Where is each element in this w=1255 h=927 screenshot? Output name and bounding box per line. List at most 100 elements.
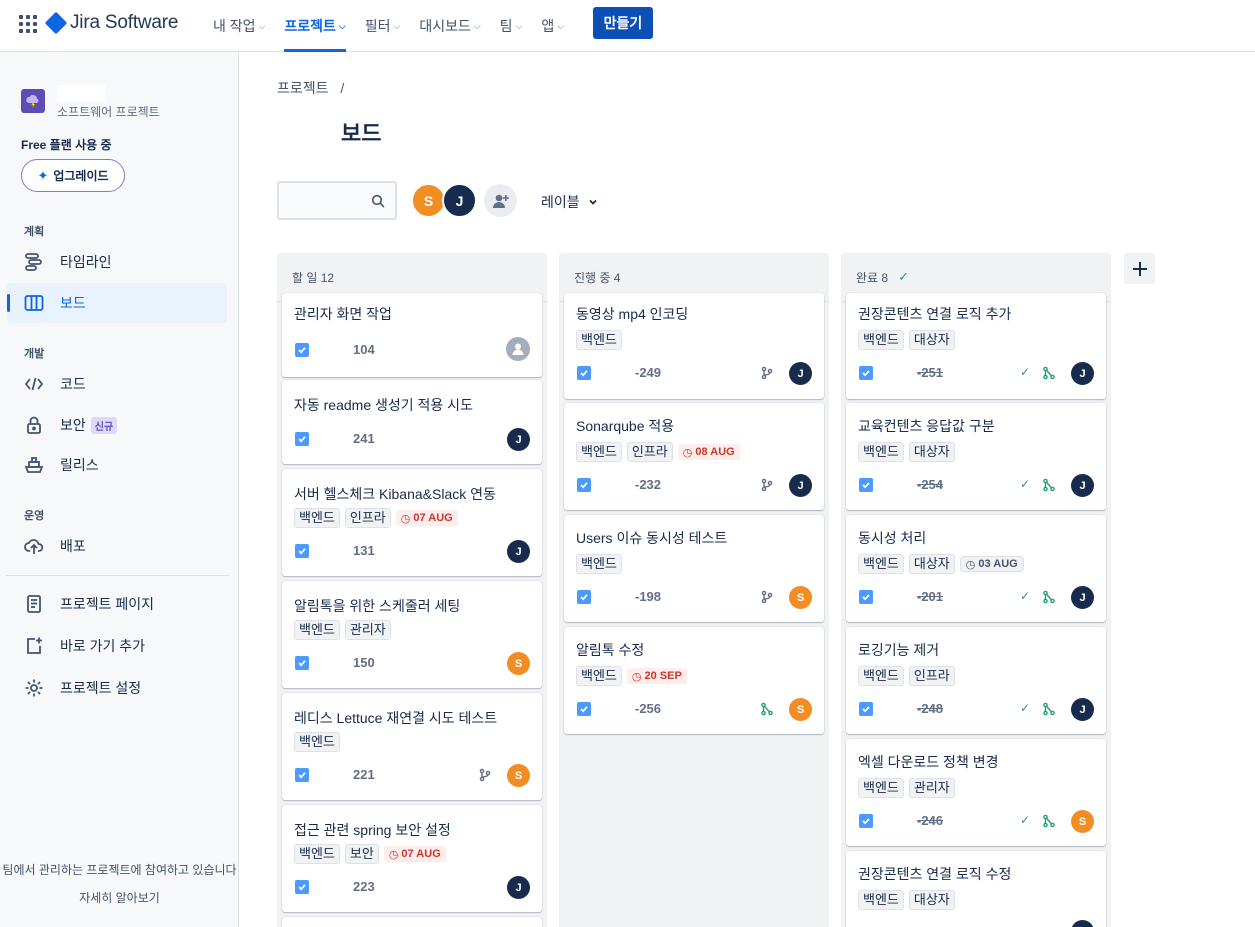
card-title: Sonarqube 적용 xyxy=(576,418,675,434)
label-tag: 백엔드 xyxy=(858,778,904,798)
branch-icon[interactable] xyxy=(478,768,492,782)
due-date-badge: ◷ 07 AUG xyxy=(383,846,446,862)
assignee-avatar[interactable]: J xyxy=(789,362,812,385)
sidebar-item-security[interactable]: 보안 신규 xyxy=(7,405,227,445)
issue-card[interactable]: 알림톡을 위한 스케줄러 세팅 백엔드 관리자 150 S xyxy=(282,581,542,688)
label-tag: 백엔드 xyxy=(576,442,622,462)
add-shortcut-icon xyxy=(23,635,45,657)
upgrade-button[interactable]: ✦ 업그레이드 xyxy=(21,159,125,192)
sidebar-item-project-pages[interactable]: 프로젝트 페이지 xyxy=(7,584,227,624)
breadcrumb-projects[interactable]: 프로젝트 xyxy=(277,80,329,96)
sidebar-item-label: 프로젝트 설정 xyxy=(60,680,142,696)
issue-card[interactable]: Sonarqube 적용 백엔드 인프라 ◷ 08 AUG -232 J xyxy=(564,403,824,510)
assignee-avatar[interactable]: S xyxy=(789,586,812,609)
sidebar-item-project-settings[interactable]: 프로젝트 설정 xyxy=(7,668,227,708)
task-type-icon xyxy=(295,432,309,446)
avatar-filter-s[interactable]: S xyxy=(411,183,446,218)
label-tag: 백엔드 xyxy=(576,330,622,350)
task-type-icon xyxy=(577,366,591,380)
issue-card[interactable]: 자동 readme 생성기 적용 시도 241 J xyxy=(282,380,542,464)
sidebar-item-board[interactable]: 보드 xyxy=(7,283,227,323)
branch-icon[interactable] xyxy=(760,366,774,380)
assignee-avatar[interactable]: J xyxy=(1071,474,1094,497)
sidebar-item-label: 바로 가기 추가 xyxy=(60,638,146,654)
merged-pr-icon[interactable] xyxy=(1042,366,1056,380)
assignee-avatar[interactable]: S xyxy=(1071,810,1094,833)
add-column-button[interactable] xyxy=(1124,253,1155,284)
task-type-icon xyxy=(577,702,591,716)
avatar-filter-j[interactable]: J xyxy=(442,183,477,218)
issue-key: -232 xyxy=(635,477,662,492)
issue-key: -246 xyxy=(917,813,944,828)
assignee-avatar[interactable]: J xyxy=(507,428,530,451)
done-check-icon: ✓ xyxy=(1019,813,1030,827)
assignee-avatar[interactable]: J xyxy=(507,540,530,563)
due-date-badge: ◷ 08 AUG xyxy=(677,444,740,460)
assignee-avatar[interactable]: S xyxy=(507,764,530,787)
issue-key: -249 xyxy=(635,365,662,380)
issue-card[interactable]: 알림톡 수정 백엔드 ◷ 20 SEP -256 S xyxy=(564,627,824,734)
nav-projects[interactable]: 프로젝트 ⌵ xyxy=(284,0,347,52)
nav-filters[interactable]: 필터 ⌵ xyxy=(365,0,401,52)
branch-icon[interactable] xyxy=(760,478,774,492)
sidebar-item-deploy[interactable]: 배포 xyxy=(7,526,227,566)
merged-pr-icon[interactable] xyxy=(1042,702,1056,716)
clock-icon: ◷ xyxy=(965,558,976,571)
chevron-down-icon: ⌵ xyxy=(557,20,565,31)
sidebar-item-release[interactable]: 릴리스 xyxy=(7,445,227,485)
assignee-avatar[interactable]: J xyxy=(1071,698,1094,721)
issue-card[interactable]: 로깅기능 제거 백엔드 인프라 -248 ✓ J xyxy=(846,627,1106,734)
project-avatar-icon[interactable] xyxy=(21,89,45,113)
breadcrumb: 프로젝트 / xyxy=(277,78,344,98)
branch-icon[interactable] xyxy=(760,590,774,604)
assignee-avatar[interactable]: J xyxy=(789,474,812,497)
merged-pr-icon[interactable] xyxy=(760,702,774,716)
assignee-avatar[interactable]: S xyxy=(507,652,530,675)
jira-logo[interactable]: Jira Software xyxy=(44,11,178,35)
task-type-icon xyxy=(859,590,873,604)
project-name[interactable] xyxy=(57,85,106,101)
issue-card[interactable]: 교육컨텐츠 응답값 구분 백엔드 대상자 -254 ✓ J xyxy=(846,403,1106,510)
issue-card[interactable]: 권장콘텐츠 연결 로직 추가 백엔드 대상자 -251 ✓ J xyxy=(846,293,1106,399)
issue-card[interactable]: 동시성 처리 백엔드 대상자 ◷ 03 AUG -201 ✓ J xyxy=(846,515,1106,622)
nav-dashboards[interactable]: 대시보드 ⌵ xyxy=(419,0,480,52)
create-button[interactable]: 만들기 xyxy=(593,7,653,39)
search-input[interactable] xyxy=(277,181,397,220)
issue-card[interactable]: 엑셀 다운로드 정책 변경 백엔드 관리자 -246 ✓ S xyxy=(846,739,1106,846)
merged-pr-icon[interactable] xyxy=(1042,590,1056,604)
merged-pr-icon[interactable] xyxy=(1042,478,1056,492)
sidebar-item-code[interactable]: 코드 xyxy=(7,364,227,404)
label-tag: 대상자 xyxy=(908,554,955,574)
issue-card[interactable]: Users 이슈 동시성 테스트 백엔드 -198 S xyxy=(564,515,824,622)
sidebar-item-add-shortcut[interactable]: 바로 가기 추가 xyxy=(7,626,227,666)
issue-card[interactable] xyxy=(282,917,542,927)
issue-card[interactable]: 서버 헬스체크 Kibana&Slack 연동 백엔드 인프라 ◷ 07 AUG … xyxy=(282,469,542,576)
issue-card[interactable]: 권장콘텐츠 연결 로직 수정 백엔드 대상자 J xyxy=(846,851,1106,927)
issue-card[interactable]: 동영상 mp4 인코딩 백엔드 -249 J xyxy=(564,293,824,399)
assignee-avatar[interactable]: S xyxy=(789,698,812,721)
label-filter-text: 레이블 xyxy=(541,194,580,210)
assignee-avatar[interactable]: J xyxy=(507,876,530,899)
label-filter-dropdown[interactable]: 레이블 xyxy=(541,192,598,212)
assignee-avatar[interactable]: J xyxy=(1071,920,1094,927)
nav-label: 필터 xyxy=(364,18,391,34)
unassigned-avatar-icon[interactable] xyxy=(506,337,530,361)
assignee-avatar[interactable]: J xyxy=(1071,362,1094,385)
nav-my-work[interactable]: 내 작업 ⌵ xyxy=(213,0,265,52)
issue-card[interactable]: 레디스 Lettuce 재연결 시도 테스트 백엔드 221 S xyxy=(282,693,542,800)
learn-more-link[interactable]: 자세히 알아보기 xyxy=(0,889,239,906)
clock-icon: ◷ xyxy=(400,512,411,525)
nav-apps[interactable]: 앱 ⌵ xyxy=(541,0,564,52)
label-tag: 백엔드 xyxy=(858,666,904,686)
sidebar-item-timeline[interactable]: 타임라인 xyxy=(7,242,227,282)
merged-pr-icon[interactable] xyxy=(1042,814,1056,828)
add-people-button[interactable] xyxy=(484,184,517,217)
assignee-avatar[interactable]: J xyxy=(1071,586,1094,609)
search-icon xyxy=(371,194,385,208)
card-labels: 백엔드 관리자 xyxy=(858,778,955,798)
nav-teams[interactable]: 팀 ⌵ xyxy=(500,0,523,52)
issue-card[interactable]: 접근 관련 spring 보안 설정 백엔드 보안 ◷ 07 AUG 223 J xyxy=(282,805,542,912)
issue-card[interactable]: 관리자 화면 작업 104 xyxy=(282,293,542,377)
app-switcher-icon[interactable] xyxy=(19,15,37,33)
card-labels: 백엔드 보안 ◷ 07 AUG xyxy=(294,844,446,864)
